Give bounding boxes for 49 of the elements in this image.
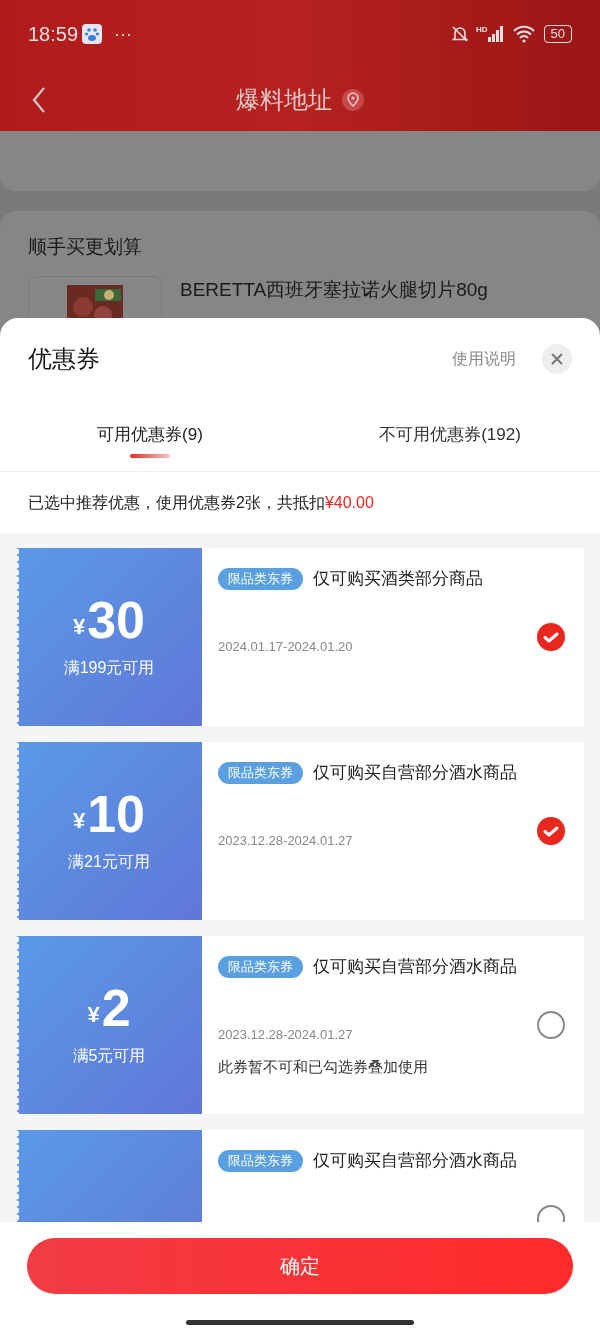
coupon-card[interactable]: ¥2 满5元可用 限品类东券 仅可购买自营部分酒水商品 2023.12.28-2024.01.27 此券暂不可和已勾选券叠加使用 bbox=[16, 936, 584, 1114]
checked-icon[interactable] bbox=[536, 816, 566, 846]
coupon-title: 仅可购买自营部分酒水商品 bbox=[313, 956, 517, 978]
coupon-condition: 满5元可用 bbox=[72, 1046, 146, 1066]
location-pin-icon[interactable] bbox=[342, 88, 364, 111]
status-time: 18:59 bbox=[28, 22, 79, 47]
close-button[interactable] bbox=[542, 344, 572, 374]
coupon-amount: 30 bbox=[87, 594, 146, 646]
network-label: HD bbox=[475, 24, 488, 36]
coupon-condition: 满199元可用 bbox=[63, 658, 155, 678]
usage-help-link[interactable]: 使用说明 bbox=[452, 347, 516, 371]
coupon-amount: 10 bbox=[87, 788, 146, 840]
coupon-tab[interactable]: 不可用优惠券(192) bbox=[300, 400, 600, 471]
radio-icon[interactable] bbox=[536, 1010, 566, 1040]
coupon-tag: 限品类东券 bbox=[218, 1150, 303, 1172]
bell-muted-icon bbox=[449, 24, 470, 44]
coupon-card[interactable]: 限品类东券 仅可购买自营部分酒水商品 bbox=[16, 1130, 584, 1222]
battery-indicator: 50 bbox=[543, 25, 572, 43]
coupon-amount: 2 bbox=[101, 982, 131, 1034]
coupon-condition: 满21元可用 bbox=[68, 852, 150, 872]
coupon-title: 仅可购买自营部分酒水商品 bbox=[313, 1150, 517, 1172]
back-icon[interactable] bbox=[32, 85, 46, 114]
sheet-title: 优惠券 bbox=[28, 344, 100, 374]
confirm-button[interactable]: 确定 bbox=[27, 1238, 573, 1294]
coupon-card[interactable]: ¥30 满199元可用 限品类东券 仅可购买酒类部分商品 2024.01.17-2024.01.20 bbox=[16, 548, 584, 726]
coupon-tag: 限品类东券 bbox=[218, 568, 303, 590]
section-title: 顺手买更划算 bbox=[28, 235, 143, 259]
checked-icon[interactable] bbox=[536, 622, 566, 652]
coupon-title: 仅可购买酒类部分商品 bbox=[313, 568, 483, 590]
coupon-tag: 限品类东券 bbox=[218, 956, 303, 978]
page-title: 爆料地址 bbox=[236, 84, 332, 115]
more-indicator: ··· bbox=[114, 22, 133, 46]
validity-date: 2023.12.28-2024.01.27 bbox=[218, 1025, 354, 1044]
coupon-title: 仅可购买自营部分酒水商品 bbox=[313, 762, 517, 784]
product-name: BERETTA西班牙塞拉诺火腿切片80g bbox=[180, 277, 488, 302]
wifi-icon bbox=[511, 25, 536, 43]
validity-date: 2024.01.17-2024.01.20 bbox=[218, 637, 354, 656]
coupon-tag: 限品类东券 bbox=[218, 762, 303, 784]
coupon-tab[interactable]: 可用优惠券(9) bbox=[0, 400, 300, 471]
currency-symbol: ¥ bbox=[72, 616, 86, 638]
close-icon bbox=[550, 352, 564, 366]
discount-summary: 已选中推荐优惠，使用优惠券2张，共抵扣¥40.00 bbox=[27, 492, 375, 513]
currency-symbol: ¥ bbox=[87, 1004, 100, 1026]
validity-date: 2023.12.28-2024.01.27 bbox=[218, 831, 354, 850]
signal-icon bbox=[487, 26, 504, 42]
coupon-card[interactable]: ¥10 满21元可用 限品类东券 仅可购买自营部分酒水商品 2023.12.28-2024.01.27 bbox=[16, 742, 584, 920]
paw-app-icon bbox=[82, 24, 103, 44]
currency-symbol: ¥ bbox=[72, 810, 86, 832]
coupon-note: 此券暂不可和已勾选券叠加使用 bbox=[218, 1057, 429, 1077]
